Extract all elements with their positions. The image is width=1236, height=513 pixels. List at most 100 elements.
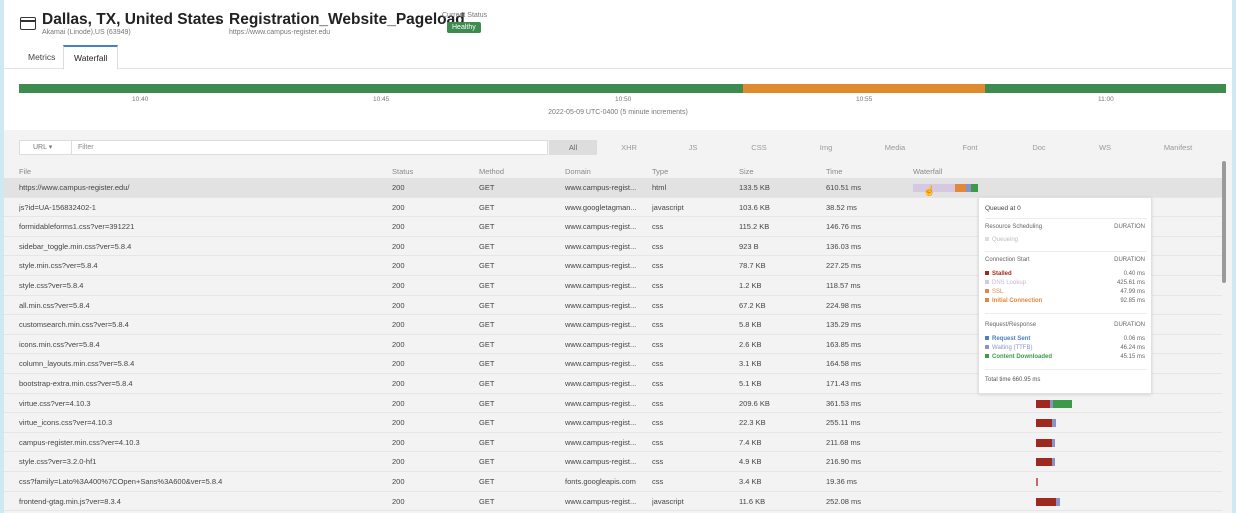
waterfall-bar-segment[interactable] <box>1056 497 1060 506</box>
table-row[interactable]: campus-register.min.css?ver=4.10.3 200 GET… <box>4 433 1222 453</box>
app-frame: Dallas, TX, United States Akamai (Linode… <box>4 0 1232 513</box>
cell-time: 118.57 ms <box>826 281 861 290</box>
column-header-domain[interactable]: Domain <box>565 167 591 176</box>
table-row[interactable]: css?family=Lato%3A400%7COpen+Sans%3A600&… <box>4 472 1222 492</box>
cell-size: 103.6 KB <box>739 202 770 212</box>
cell-status: 200 <box>392 339 405 349</box>
cell-status: 200 <box>392 457 405 467</box>
column-header-type[interactable]: Type <box>652 167 668 176</box>
cell-type: css <box>652 398 664 408</box>
url-filter-select[interactable]: URL ▾ <box>19 140 72 155</box>
timeline-segment-healthy[interactable] <box>985 84 1226 93</box>
cell-file: icons.min.css?ver=5.8.4 <box>19 339 100 349</box>
cell-method: GET <box>479 281 495 290</box>
cell-type: css <box>652 339 664 349</box>
cell-time: 19.36 ms <box>826 477 857 486</box>
timeline-tick: 10:40 <box>132 96 149 103</box>
cell-file: column_layouts.min.css?ver=5.8.4 <box>19 359 135 369</box>
tooltip-section-resource: Resource Scheduling <box>985 224 1043 230</box>
filter-input[interactable]: Filter <box>72 140 548 155</box>
cell-domain: www.campus-regist... <box>565 261 637 271</box>
timeline-segment-warning[interactable] <box>743 84 985 93</box>
waterfall-bar-segment[interactable] <box>1036 497 1056 506</box>
waterfall-bar-segment[interactable] <box>1052 419 1056 428</box>
scroll-thumb[interactable] <box>1222 161 1226 283</box>
cell-time: 227.25 ms <box>826 261 862 271</box>
cell-domain: www.campus-regist... <box>565 183 637 192</box>
column-header-method[interactable]: Method <box>479 167 504 176</box>
table-row[interactable]: style.css?ver=3.2.0-hf1 200 GET www.campus-… <box>4 452 1222 472</box>
cell-size: 2.6 KB <box>739 339 762 349</box>
column-header-size[interactable]: Size <box>739 167 754 176</box>
type-filter-doc[interactable]: Doc <box>1017 140 1061 155</box>
cell-type: css <box>652 477 664 486</box>
column-header-status[interactable]: Status <box>392 167 413 176</box>
cell-size: 7.4 KB <box>739 437 762 447</box>
cell-size: 22.3 KB <box>739 418 766 428</box>
column-header-waterfall[interactable]: Waterfall <box>913 167 942 176</box>
cell-file: frontend-gtag.min.js?ver=8.3.4 <box>19 496 121 506</box>
table-row[interactable]: virtue_icons.css?ver=4.10.3 200 GET www.cam… <box>4 413 1222 433</box>
type-filter-img[interactable]: Img <box>804 140 848 155</box>
cell-method: GET <box>479 300 495 310</box>
tooltip-divider <box>985 369 1147 370</box>
type-filter-ws[interactable]: WS <box>1083 140 1127 155</box>
cell-status: 200 <box>392 281 405 290</box>
waterfall-bar-segment[interactable] <box>1036 419 1052 428</box>
cell-size: 11.6 KB <box>739 496 766 506</box>
cell-domain: www.googletagman... <box>565 202 637 212</box>
cell-status: 200 <box>392 183 405 192</box>
timeline-segment-healthy[interactable] <box>19 84 743 93</box>
type-filter-xhr[interactable]: XHR <box>607 140 651 155</box>
cell-time: 163.85 ms <box>826 339 862 349</box>
column-header-file[interactable]: File <box>19 167 31 176</box>
type-filter-media[interactable]: Media <box>873 140 917 155</box>
test-url[interactable]: https://www.campus-register.edu <box>229 29 330 36</box>
waterfall-bar-segment[interactable] <box>1036 478 1038 486</box>
tab-metrics[interactable]: Metrics <box>18 45 65 69</box>
waterfall-bar-segment[interactable] <box>1036 458 1052 467</box>
timeline-tick: 10:45 <box>373 96 390 103</box>
cell-time: 361.53 ms <box>826 398 862 408</box>
tooltip-divider <box>985 313 1147 314</box>
table-row[interactable]: frontend-gtag.min.js?ver=8.3.4 200 GET www.… <box>4 492 1222 512</box>
cell-time: 171.43 ms <box>826 379 862 388</box>
waterfall-bar-segment[interactable] <box>1052 458 1055 467</box>
cell-method: GET <box>479 183 495 192</box>
waterfall-bar-segment[interactable] <box>1036 399 1050 408</box>
cell-type: css <box>652 320 664 330</box>
cell-file: css?family=Lato%3A400%7COpen+Sans%3A600&… <box>19 477 223 486</box>
cell-domain: www.campus-regist... <box>565 379 637 388</box>
hand-cursor-icon: ☝ <box>923 186 936 197</box>
cell-size: 133.5 KB <box>739 183 770 192</box>
type-filter-font[interactable]: Font <box>948 140 992 155</box>
cell-status: 200 <box>392 437 405 447</box>
cell-type: css <box>652 300 664 310</box>
tooltip-waiting: Waiting (TTFB) <box>985 345 1032 351</box>
type-filter-all[interactable]: All <box>549 140 597 155</box>
waterfall-bar-segment[interactable] <box>955 184 966 192</box>
status-timeline[interactable] <box>19 84 1226 93</box>
column-header-time[interactable]: Time <box>826 167 842 176</box>
arrow-right-icon: → <box>206 10 223 29</box>
type-filter-js[interactable]: JS <box>671 140 715 155</box>
cell-domain: fonts.googleapis.com <box>565 477 636 486</box>
table-row[interactable]: https://www.campus-register.edu/200 GET ww… <box>4 178 1222 198</box>
type-filter-css[interactable]: CSS <box>737 140 781 155</box>
waterfall-bar-segment[interactable] <box>1053 399 1072 408</box>
tooltip-stalled: Stalled <box>985 271 1012 277</box>
cell-type: css <box>652 457 664 467</box>
cell-method: GET <box>479 359 495 369</box>
cell-time: 136.03 ms <box>826 241 862 251</box>
cell-type: css <box>652 418 664 428</box>
type-filter-manifest[interactable]: Manifest <box>1152 140 1204 155</box>
tooltip-duration-header: DURATION <box>1114 224 1145 230</box>
table-scrollbar[interactable] <box>1220 161 1228 513</box>
waterfall-bar-segment[interactable] <box>1036 438 1052 447</box>
tab-waterfall[interactable]: Waterfall <box>63 45 119 70</box>
cell-time: 255.11 ms <box>826 418 861 428</box>
table-row[interactable]: virtue.css?ver=4.10.3 200 GET www.campus-re… <box>4 394 1222 414</box>
waterfall-bar-segment[interactable] <box>1052 438 1055 447</box>
cell-status: 200 <box>392 241 405 251</box>
waterfall-bar-segment[interactable] <box>971 184 978 192</box>
